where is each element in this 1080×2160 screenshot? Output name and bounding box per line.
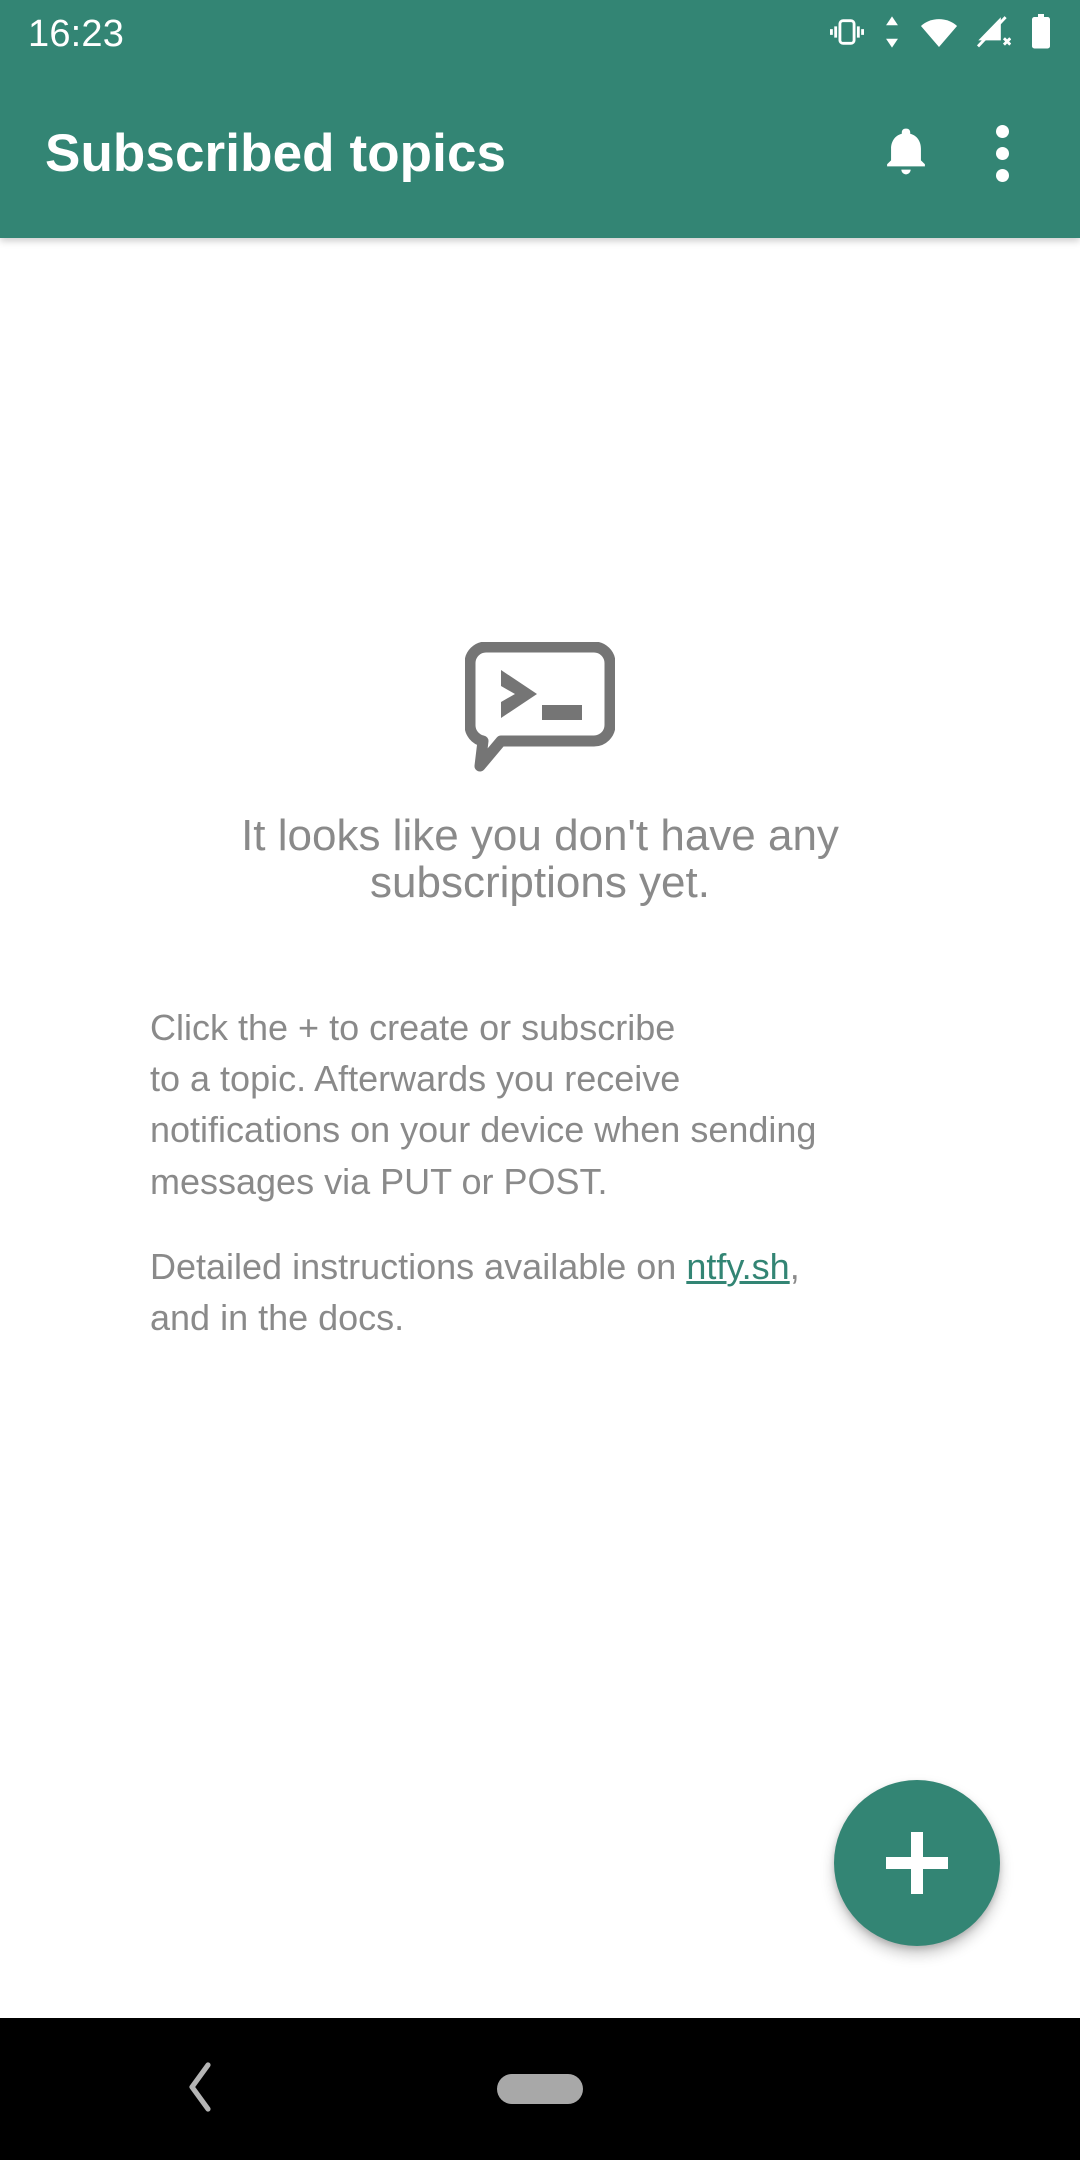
add-subscription-fab[interactable] bbox=[834, 1780, 1000, 1946]
notifications-button[interactable] bbox=[858, 105, 954, 201]
nav-back-button[interactable] bbox=[170, 2059, 230, 2119]
vibrate-icon bbox=[830, 15, 864, 54]
more-vertical-icon bbox=[995, 124, 1009, 182]
content-area: It looks like you don't have any subscri… bbox=[0, 238, 1080, 2018]
page-title: Subscribed topics bbox=[45, 123, 507, 183]
bell-icon bbox=[878, 123, 934, 184]
app-bar: Subscribed topics bbox=[0, 68, 1080, 238]
battery-full-icon bbox=[1028, 13, 1054, 55]
empty-state-icon-wrap bbox=[0, 641, 1080, 777]
empty-state-body: Click the + to create or subscribe to a … bbox=[0, 1002, 1080, 1343]
wifi-icon bbox=[920, 15, 958, 54]
empty-state-heading: It looks like you don't have any subscri… bbox=[241, 811, 839, 907]
empty-state-paragraph-1: Click the + to create or subscribe to a … bbox=[150, 1007, 817, 1202]
cellular-no-sim-icon bbox=[975, 15, 1012, 54]
data-transfer-icon bbox=[881, 15, 903, 54]
plus-icon bbox=[886, 1832, 948, 1894]
paragraph-2-prefix: Detailed instructions available on bbox=[150, 1245, 687, 1287]
empty-state-paragraph-2: Detailed instructions available on ntfy.… bbox=[150, 1241, 930, 1343]
chevron-left-icon bbox=[180, 2061, 220, 2118]
status-bar: 16:23 bbox=[0, 0, 1080, 68]
ntfy-terminal-bubble-icon bbox=[464, 641, 616, 777]
system-navigation-bar bbox=[0, 2018, 1080, 2160]
nav-home-button[interactable] bbox=[497, 2074, 583, 2104]
status-bar-icons bbox=[830, 13, 1054, 55]
status-bar-clock: 16:23 bbox=[28, 13, 125, 55]
overflow-menu-button[interactable] bbox=[954, 105, 1050, 201]
empty-state: It looks like you don't have any subscri… bbox=[0, 641, 1080, 1343]
ntfy-sh-link[interactable]: ntfy.sh bbox=[686, 1246, 789, 1287]
